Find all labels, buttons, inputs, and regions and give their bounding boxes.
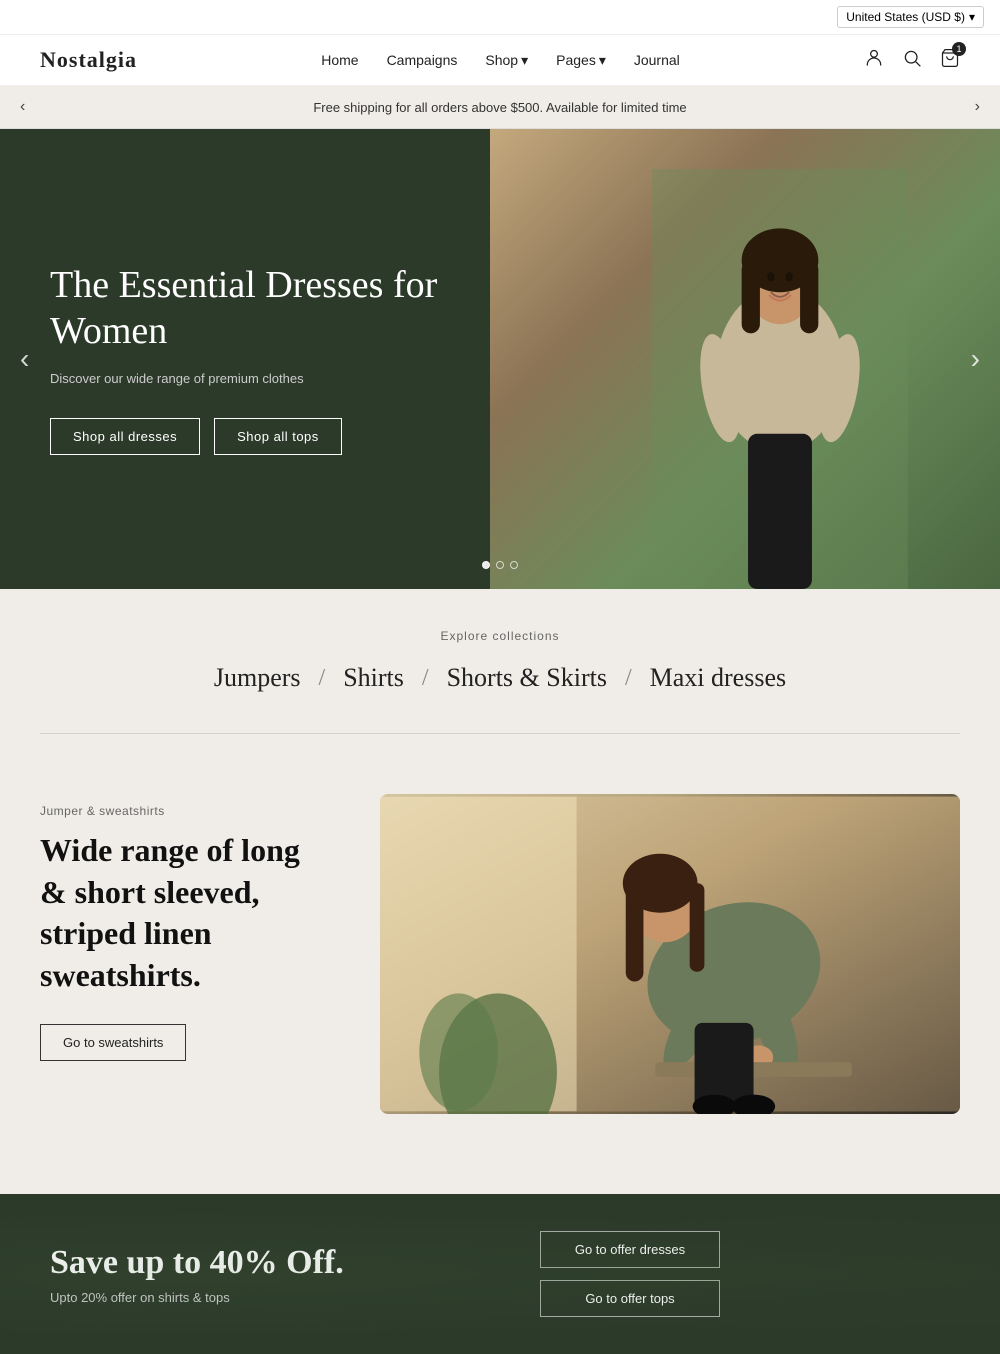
sale-title: Save up to 40% Off. (50, 1244, 450, 1282)
jumper-illustration (380, 794, 960, 1114)
collections-heading: Explore collections (40, 629, 960, 643)
hero-prev-button[interactable]: ‹ (20, 343, 29, 375)
nav-pages[interactable]: Pages ▾ (556, 52, 606, 69)
collections-links: Jumpers / Shirts / Shorts & Skirts / Max… (40, 663, 960, 693)
announcement-text: Free shipping for all orders above $500.… (313, 100, 686, 115)
header: Nostalgia Home Campaigns Shop ▾ Pages ▾ … (0, 35, 1000, 86)
offer-dresses-button[interactable]: Go to offer dresses (540, 1231, 720, 1268)
currency-arrow-icon: ▾ (969, 10, 975, 24)
nav-shop[interactable]: Shop ▾ (485, 52, 528, 69)
collection-shorts-skirts[interactable]: Shorts & Skirts (447, 663, 607, 693)
jumper-image (380, 794, 960, 1114)
jumper-title: Wide range of long & short sleeved, stri… (40, 830, 320, 996)
hero-dot-3[interactable] (510, 561, 518, 569)
sale-section: Save up to 40% Off. Upto 20% offer on sh… (0, 1194, 1000, 1354)
nav-home[interactable]: Home (321, 52, 358, 68)
hero-subtitle: Discover our wide range of premium cloth… (50, 371, 304, 386)
announcement-bar: ‹ Free shipping for all orders above $50… (0, 86, 1000, 129)
nav-journal[interactable]: Journal (634, 52, 680, 68)
chevron-down-icon: ▾ (599, 52, 606, 69)
separator-2: / (422, 665, 429, 692)
header-icons: 1 (864, 48, 960, 73)
currency-label: United States (USD $) (846, 10, 965, 24)
jumper-text: Jumper & sweatshirts Wide range of long … (40, 794, 320, 1061)
collection-shirts[interactable]: Shirts (343, 663, 404, 693)
chevron-down-icon: ▾ (521, 52, 528, 69)
hero-image (490, 129, 1000, 589)
logo[interactable]: Nostalgia (40, 47, 137, 73)
shop-tops-button[interactable]: Shop all tops (214, 418, 342, 455)
search-button[interactable] (902, 48, 922, 73)
separator-1: / (319, 665, 326, 692)
go-to-sweatshirts-button[interactable]: Go to sweatshirts (40, 1024, 186, 1061)
separator-3: / (625, 665, 632, 692)
section-divider (40, 733, 960, 734)
account-button[interactable] (864, 48, 884, 73)
top-bar: United States (USD $) ▾ (0, 0, 1000, 35)
shop-dresses-button[interactable]: Shop all dresses (50, 418, 200, 455)
collection-maxi-dresses[interactable]: Maxi dresses (650, 663, 786, 693)
hero-left-panel: The Essential Dresses for Women Discover… (0, 129, 490, 589)
hero-buttons: Shop all dresses Shop all tops (50, 418, 342, 455)
collection-jumpers[interactable]: Jumpers (214, 663, 301, 693)
hero-section: The Essential Dresses for Women Discover… (0, 129, 1000, 589)
collections-section: Explore collections Jumpers / Shirts / S… (0, 589, 1000, 713)
jumper-category: Jumper & sweatshirts (40, 804, 320, 818)
sale-left-panel: Save up to 40% Off. Upto 20% offer on sh… (0, 1194, 500, 1354)
cart-button[interactable]: 1 (940, 48, 960, 73)
hero-next-button[interactable]: › (971, 343, 980, 375)
woman-figure (640, 169, 920, 589)
jumper-photo (380, 794, 960, 1114)
main-nav: Home Campaigns Shop ▾ Pages ▾ Journal (321, 52, 680, 69)
sale-subtitle: Upto 20% offer on shirts & tops (50, 1290, 450, 1305)
nav-campaigns[interactable]: Campaigns (387, 52, 458, 68)
hero-dots (482, 561, 518, 569)
jumper-section: Jumper & sweatshirts Wide range of long … (0, 754, 1000, 1154)
hero-dot-1[interactable] (482, 561, 490, 569)
announcement-prev-button[interactable]: ‹ (20, 98, 25, 116)
hero-dot-2[interactable] (496, 561, 504, 569)
announcement-next-button[interactable]: › (975, 98, 980, 116)
currency-selector[interactable]: United States (USD $) ▾ (837, 6, 984, 28)
sale-right-panel: Go to offer dresses Go to offer tops (500, 1194, 1000, 1354)
hero-title: The Essential Dresses for Women (50, 263, 440, 354)
cart-count: 1 (952, 42, 966, 56)
hero-right-panel (490, 129, 1000, 589)
offer-tops-button[interactable]: Go to offer tops (540, 1280, 720, 1317)
